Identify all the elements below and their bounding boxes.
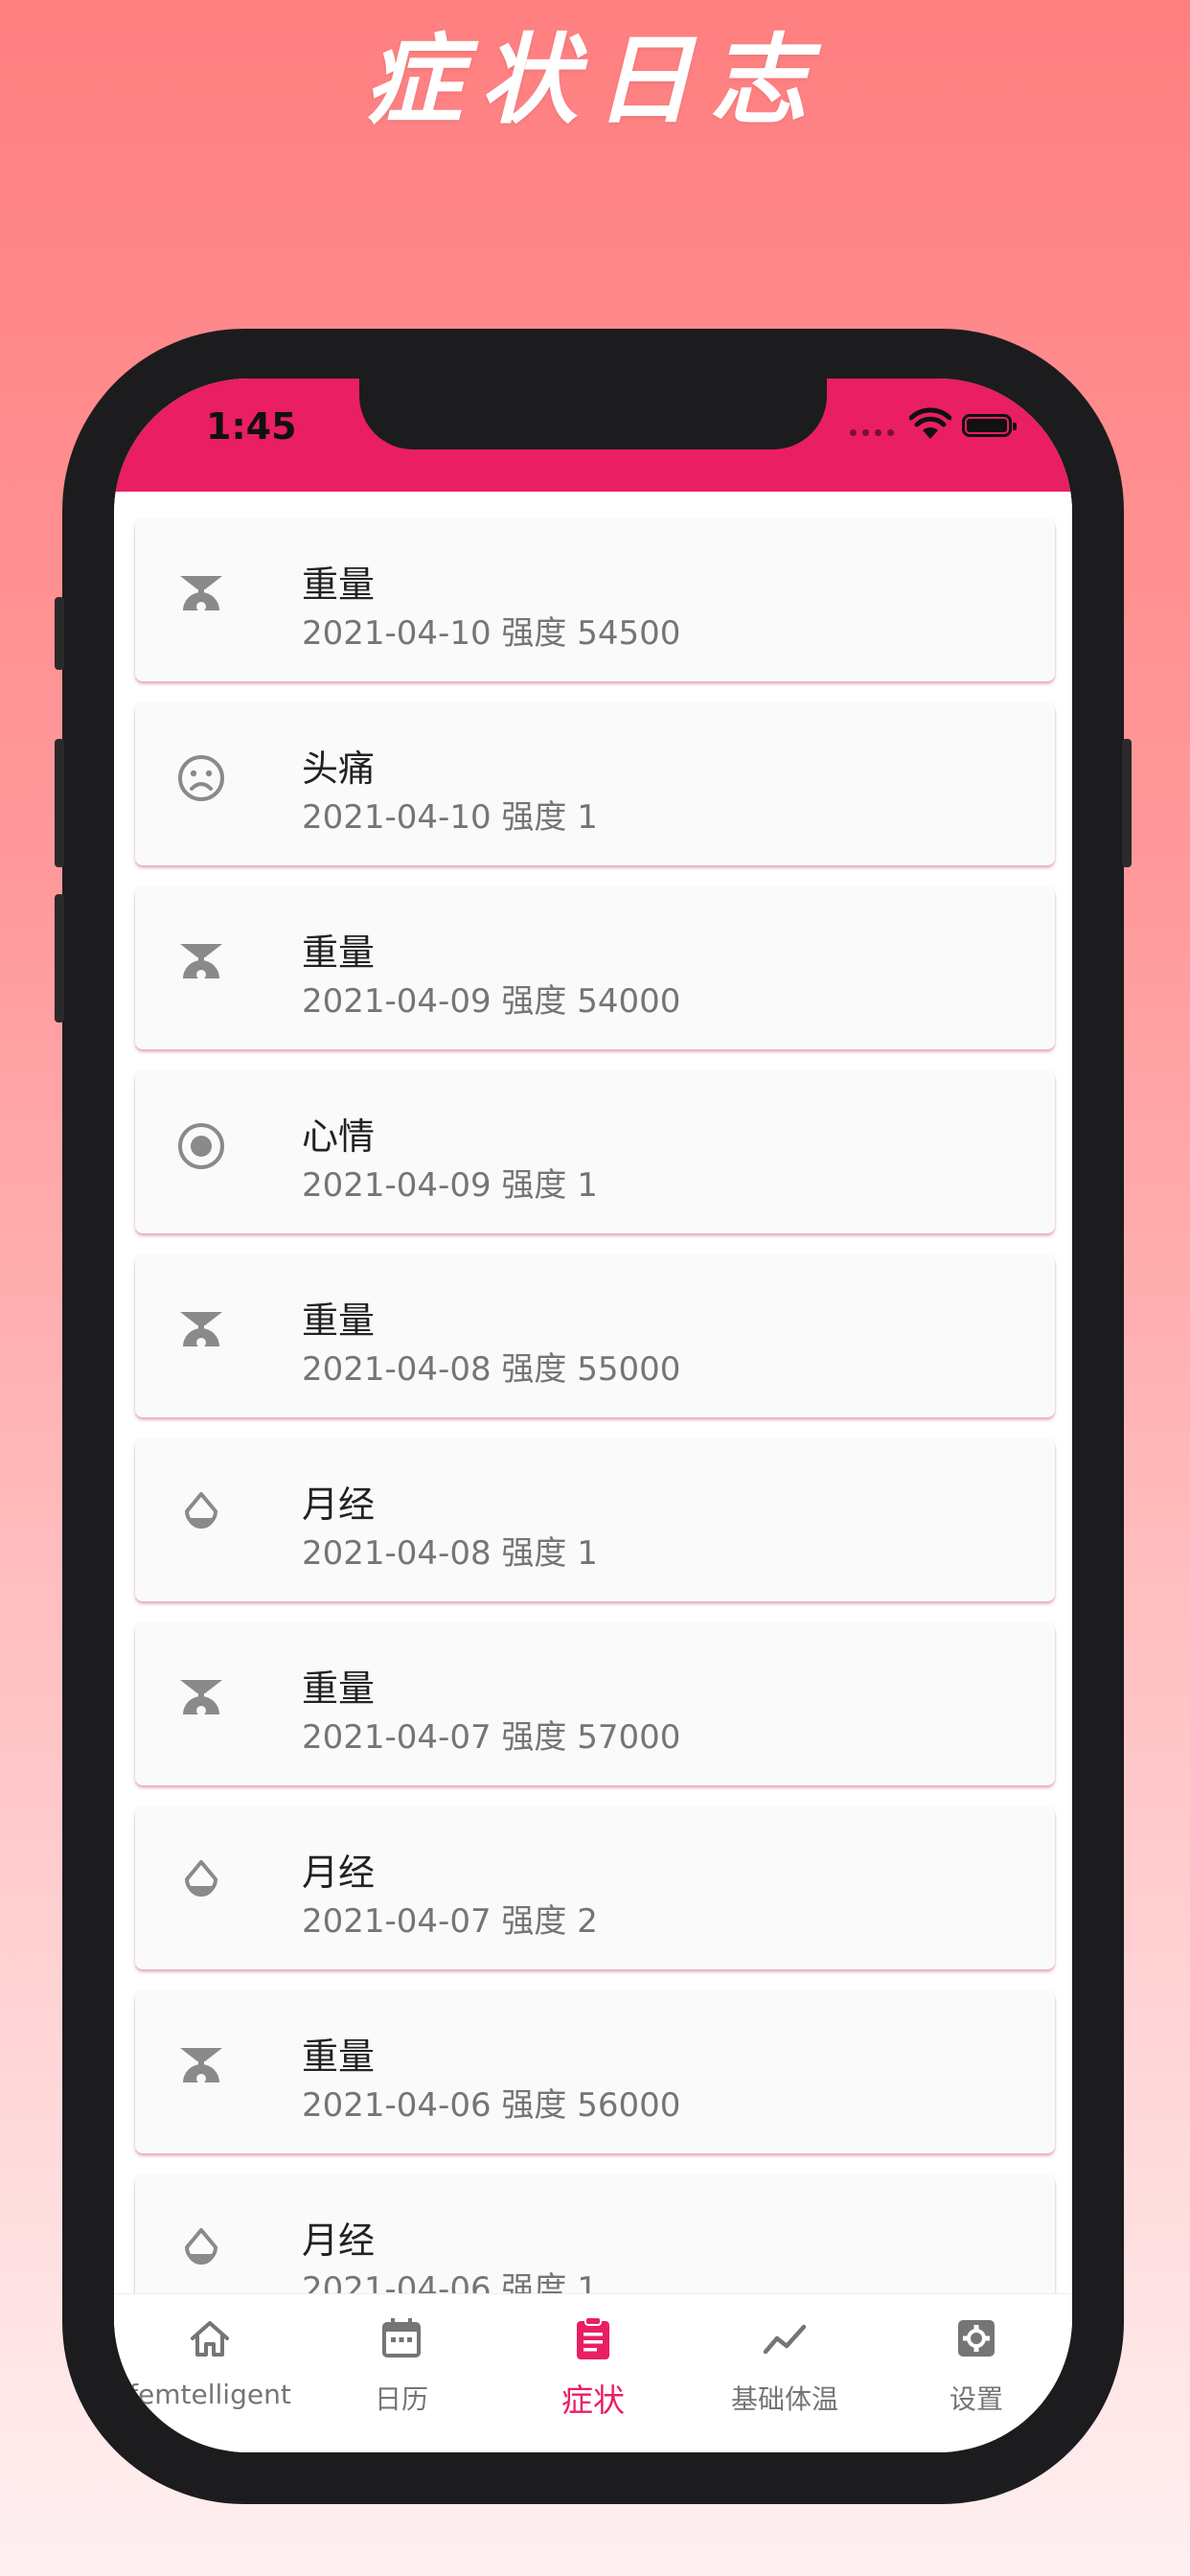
tab-home[interactable]: femtelligent: [114, 2294, 306, 2452]
radio-circle-icon: [178, 1123, 224, 1169]
symptom-list[interactable]: 重量 2021-04-10 强度 54500 头痛 2021-04-10 强度 …: [114, 492, 1072, 2293]
symptom-title: 重量: [302, 932, 376, 974]
tab-label: 日历: [374, 2383, 428, 2415]
trend-line-icon: [763, 2324, 807, 2355]
tab-symptoms[interactable]: 症状: [497, 2294, 689, 2452]
symptom-card[interactable]: 重量 2021-04-06 强度 56000: [135, 1990, 1055, 2153]
scale-icon: [180, 1680, 222, 1715]
symptom-subtitle: 2021-04-06 强度 1: [302, 2270, 598, 2293]
symptom-card[interactable]: 月经 2021-04-08 强度 1: [135, 1438, 1055, 1601]
symptom-title: 重量: [302, 564, 376, 606]
settings-icon: [958, 2320, 995, 2357]
symptom-subtitle: 2021-04-08 强度 55000: [302, 1350, 681, 1389]
symptom-title: 头痛: [302, 748, 376, 790]
symptom-subtitle: 2021-04-10 强度 1: [302, 798, 598, 837]
tab-basal-temperature[interactable]: 基础体温: [689, 2294, 881, 2452]
calendar-icon: [382, 2318, 421, 2358]
symptom-title: 重量: [302, 2036, 376, 2078]
symptom-subtitle: 2021-04-07 强度 2: [302, 1902, 598, 1941]
symptom-title: 月经: [302, 1484, 376, 1526]
drop-icon: [185, 1492, 217, 1530]
tab-label: 设置: [949, 2383, 1003, 2415]
phone-volume-up: [55, 739, 64, 867]
status-time: 1:45: [206, 405, 297, 448]
phone-frame: 1:45 重量 2021-04-10 强度 54500 头痛 2021-04-1…: [55, 329, 1132, 2504]
symptom-title: 重量: [302, 1300, 376, 1342]
app-banner-title: 症状日志: [365, 22, 825, 138]
clipboard-icon: [577, 2316, 609, 2359]
scale-icon: [180, 944, 222, 979]
drop-icon: [185, 1860, 217, 1898]
tab-label: 基础体温: [730, 2383, 838, 2415]
phone-mute-switch: [55, 597, 64, 670]
symptom-title: 月经: [302, 2220, 376, 2262]
battery-icon: [962, 414, 1017, 437]
symptom-card[interactable]: 头痛 2021-04-10 强度 1: [135, 702, 1055, 865]
symptom-subtitle: 2021-04-06 强度 56000: [302, 2086, 681, 2125]
symptom-card[interactable]: 重量 2021-04-09 强度 54000: [135, 886, 1055, 1049]
scale-icon: [180, 1312, 222, 1347]
device-notch: [359, 379, 827, 449]
tab-label: femtelligent: [128, 2379, 291, 2410]
symptom-subtitle: 2021-04-08 强度 1: [302, 1534, 598, 1573]
tab-calendar[interactable]: 日历: [306, 2294, 497, 2452]
symptom-card[interactable]: 心情 2021-04-09 强度 1: [135, 1070, 1055, 1233]
tab-settings[interactable]: 设置: [881, 2294, 1072, 2452]
symptom-title: 重量: [302, 1668, 376, 1710]
symptom-card[interactable]: 重量 2021-04-07 强度 57000: [135, 1622, 1055, 1785]
wifi-icon: [909, 407, 951, 439]
symptom-card[interactable]: 重量 2021-04-10 强度 54500: [135, 518, 1055, 681]
sad-face-icon: [178, 755, 224, 801]
tab-label: 症状: [561, 2381, 625, 2419]
symptom-title: 月经: [302, 1852, 376, 1894]
symptom-card[interactable]: 月经 2021-04-07 强度 2: [135, 1806, 1055, 1969]
scale-icon: [180, 2048, 222, 2083]
app-screen: 1:45 重量 2021-04-10 强度 54500 头痛 2021-04-1…: [114, 379, 1072, 2452]
symptom-card[interactable]: 重量 2021-04-08 强度 55000: [135, 1254, 1055, 1417]
symptom-subtitle: 2021-04-09 强度 1: [302, 1166, 598, 1205]
symptom-subtitle: 2021-04-07 强度 57000: [302, 1718, 681, 1757]
drop-icon: [185, 2228, 217, 2266]
symptom-title: 心情: [302, 1116, 376, 1158]
cellular-signal-icon: [850, 429, 894, 436]
phone-volume-down: [55, 894, 64, 1023]
symptom-subtitle: 2021-04-09 强度 54000: [302, 982, 681, 1021]
phone-power-button: [1122, 739, 1132, 867]
bottom-nav-bar: femtelligent 日历 症状 基础体温 设置: [114, 2293, 1072, 2452]
symptom-subtitle: 2021-04-10 强度 54500: [302, 614, 681, 653]
symptom-card[interactable]: 月经 2021-04-06 强度 1: [135, 2174, 1055, 2293]
scale-icon: [180, 576, 222, 611]
home-icon: [191, 2321, 229, 2357]
